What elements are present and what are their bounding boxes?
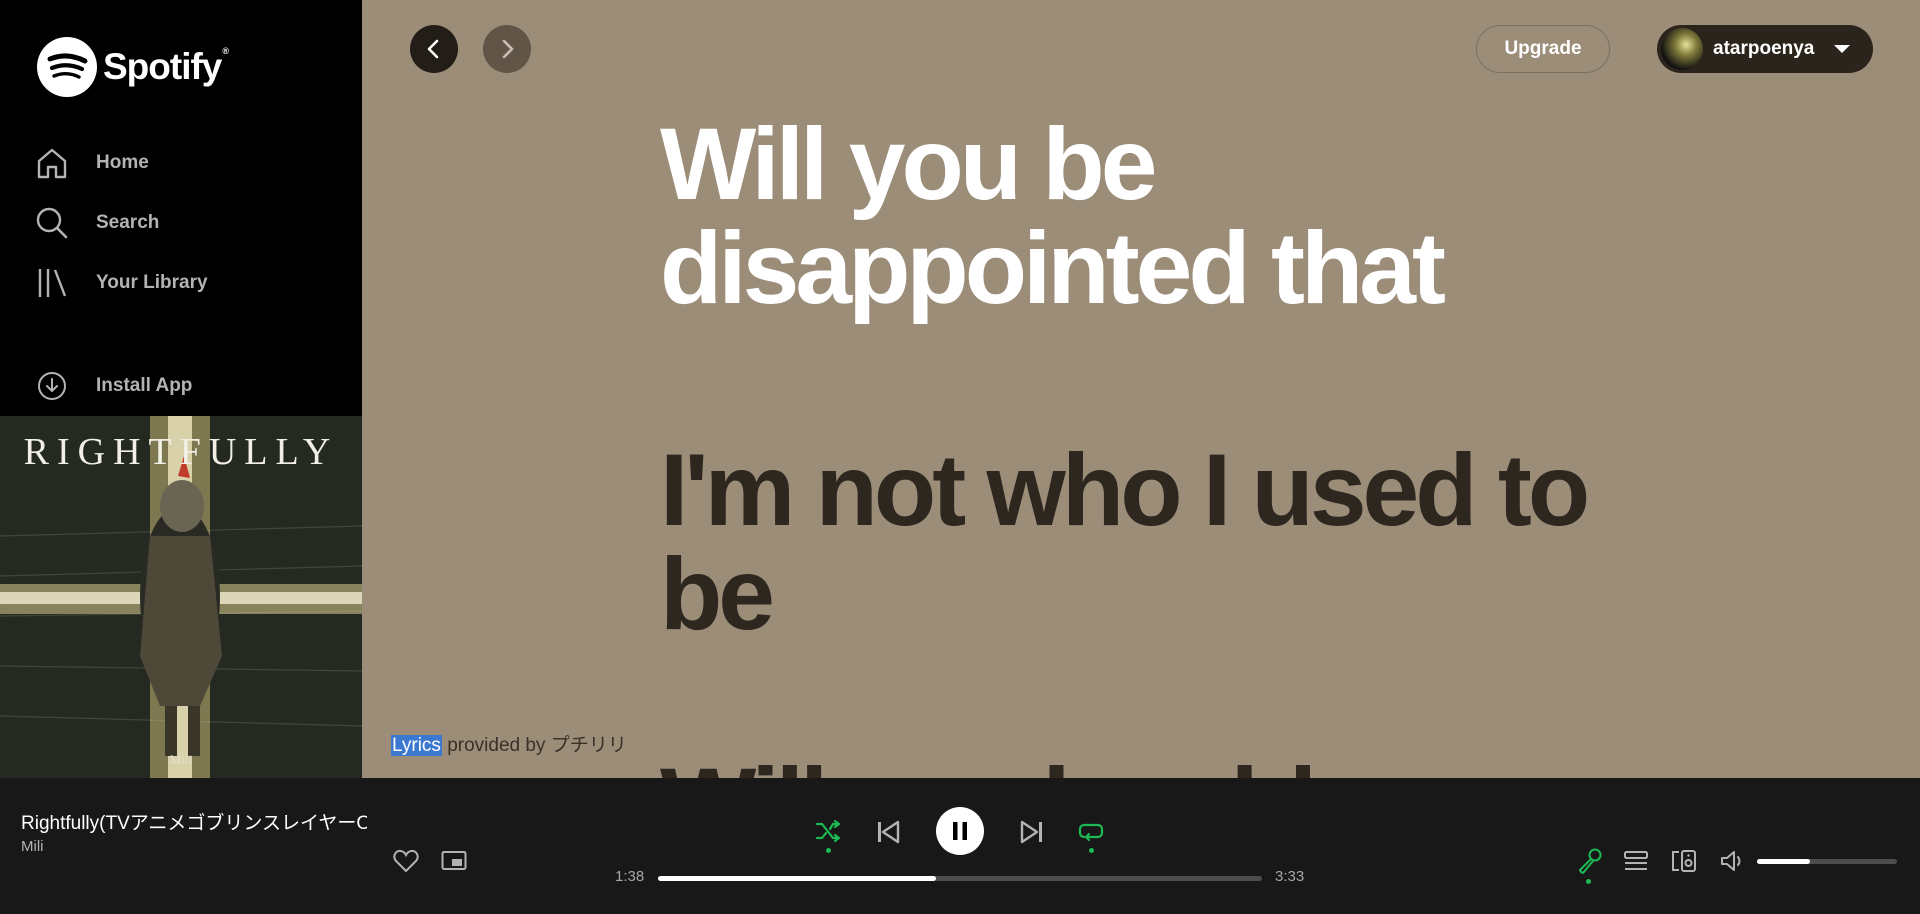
sidebar-item-label: Search [96, 212, 160, 233]
lyrics-provider: Lyrics provided by プチリリ [391, 730, 627, 757]
username: atarpoenya [1713, 38, 1815, 59]
volume-slider[interactable] [1757, 859, 1897, 864]
lyrics-provider-highlight: Lyrics [391, 735, 442, 756]
library-icon [34, 265, 70, 301]
heart-icon [393, 849, 419, 873]
sidebar: Spotify® Home Search Your Library Instal… [0, 0, 362, 778]
avatar [1661, 28, 1703, 70]
connect-device-button[interactable] [1669, 846, 1699, 876]
total-time: 3:33 [1275, 868, 1305, 885]
speaker-device-icon [1672, 850, 1696, 872]
install-app-label: Install App [96, 375, 193, 396]
lyrics-button[interactable] [1574, 846, 1604, 876]
sidebar-item-label: Your Library [96, 272, 208, 293]
download-circle-icon [34, 368, 70, 404]
spotify-app: Spotify® Home Search Your Library Instal… [0, 0, 1920, 914]
shuffle-active-dot [826, 848, 831, 853]
next-button[interactable] [1016, 816, 1048, 848]
pip-icon [441, 851, 467, 870]
pause-icon [953, 822, 967, 840]
volume-icon [1721, 851, 1741, 871]
home-icon [34, 145, 70, 181]
cover-artist: Mili [169, 752, 193, 767]
lyrics-active-dot [1586, 879, 1591, 884]
sidebar-item-home[interactable]: Home [34, 139, 334, 187]
current-time: 1:38 [615, 868, 645, 885]
volume-fill [1757, 859, 1811, 864]
previous-button[interactable] [872, 816, 904, 848]
microphone-icon [1579, 848, 1602, 874]
pause-button[interactable] [936, 807, 984, 855]
lyric-line-active[interactable]: Will you be disappointed that [660, 112, 1460, 320]
progress-fill [658, 876, 936, 881]
repeat-button[interactable] [1076, 816, 1106, 846]
shuffle-button[interactable] [813, 816, 843, 846]
like-button[interactable] [391, 846, 421, 876]
lyric-line[interactable]: I'm not who I used to be [660, 438, 1640, 646]
picture-in-picture-button[interactable] [439, 846, 469, 876]
install-app-button[interactable]: Install App [34, 362, 334, 410]
sidebar-item-library[interactable]: Your Library [34, 259, 334, 307]
caret-down-icon [1834, 45, 1851, 53]
chevron-right-icon [502, 39, 514, 59]
skip-forward-icon [1020, 820, 1042, 844]
now-playing-bar: Rightfully(TVアニメゴブリンスレイヤーOP) Mili 1:38 3… [0, 778, 1920, 914]
queue-icon [1624, 851, 1648, 870]
mute-button[interactable] [1717, 846, 1747, 876]
spotify-logo[interactable]: Spotify® [37, 37, 229, 97]
forward-button[interactable] [483, 25, 531, 73]
track-artist[interactable]: Mili [21, 838, 44, 855]
repeat-icon [1078, 823, 1104, 842]
chevron-left-icon [427, 39, 439, 59]
search-icon [34, 205, 70, 241]
sidebar-item-search[interactable]: Search [34, 199, 334, 247]
sidebar-item-label: Home [96, 152, 149, 173]
user-menu[interactable]: atarpoenya [1657, 25, 1873, 73]
progress-bar[interactable] [658, 876, 1262, 881]
upgrade-button[interactable]: Upgrade [1476, 25, 1610, 73]
back-button[interactable] [410, 25, 458, 73]
lyrics-view: Upgrade atarpoenya Will you be disappoin… [362, 0, 1920, 778]
queue-button[interactable] [1621, 846, 1651, 876]
spotify-logo-icon [37, 37, 97, 97]
album-cover[interactable]: RIGHTFULLY Mili [0, 416, 362, 778]
lyric-line[interactable]: Will you be able [660, 752, 1760, 778]
shuffle-icon [815, 819, 841, 843]
track-title[interactable]: Rightfully(TVアニメゴブリンスレイヤーOP) [21, 808, 367, 835]
cover-title: RIGHTFULLY [23, 431, 339, 473]
repeat-active-dot [1089, 848, 1094, 853]
lyrics-provider-text: provided by プチリリ [441, 735, 627, 756]
skip-back-icon [878, 820, 900, 844]
spotify-wordmark: Spotify® [103, 46, 229, 87]
